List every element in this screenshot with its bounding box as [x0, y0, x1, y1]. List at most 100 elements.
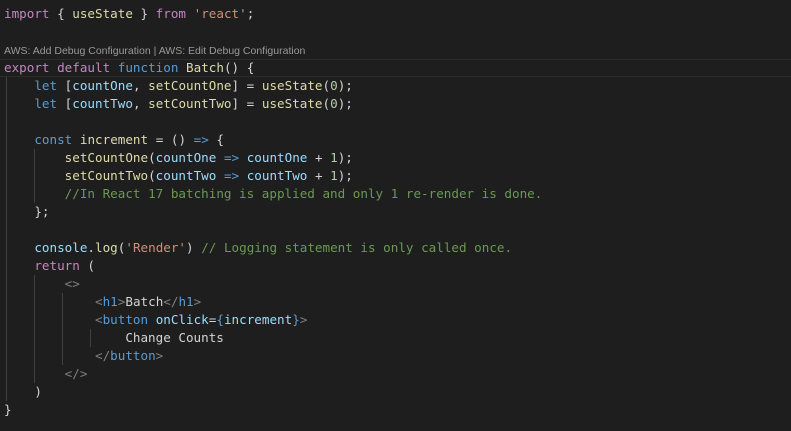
punctuation-token: </> — [64, 366, 88, 381]
text-token: ] = — [231, 96, 262, 111]
variable-token: countOne — [72, 78, 133, 93]
function-token: log — [95, 240, 118, 255]
text-token: ( — [148, 168, 156, 183]
string-token: 'react' — [193, 6, 247, 21]
text-token: [ — [57, 78, 73, 93]
code-line: setCountOne(countOne => countOne + 1); — [4, 149, 353, 167]
string-token: 'Render' — [125, 240, 187, 255]
keyword-token: from — [155, 6, 187, 21]
punctuation-token: </ — [95, 348, 111, 363]
tag-token: button — [102, 312, 149, 327]
text-token: ( — [79, 258, 96, 273]
function-token: setCountOne — [64, 150, 149, 165]
code-editor[interactable]: AWS: Add Debug Configuration | AWS: Edit… — [0, 0, 791, 431]
keyword-token: default — [57, 60, 111, 75]
storage-token: => — [223, 150, 240, 165]
code-line: }; — [4, 203, 50, 221]
text-token: } — [132, 6, 156, 21]
codelens-add-debug-config[interactable]: AWS: Add Debug Configuration — [4, 45, 151, 57]
variable-token: countTwo — [246, 168, 308, 183]
number-token: 0 — [330, 96, 338, 111]
variable-token: countOne — [246, 150, 308, 165]
code-line: </button> — [4, 347, 163, 365]
number-token: 1 — [330, 168, 338, 183]
text-token: () { — [223, 60, 255, 75]
function-token: useState — [261, 78, 323, 93]
tag-token: button — [110, 348, 156, 363]
text-token: ; — [246, 6, 255, 21]
function-token: setCountTwo — [148, 96, 232, 111]
text-token: ) — [4, 384, 42, 399]
comment-token: //In React 17 batching is applied and on… — [64, 186, 543, 201]
text-token: }; — [4, 204, 50, 219]
text-token: + — [307, 168, 331, 183]
tag-token: h1 — [178, 294, 194, 309]
variable-token: console — [34, 240, 88, 255]
function-token: setCountTwo — [64, 168, 149, 183]
storage-token: const — [34, 132, 73, 147]
function-token: Batch — [186, 60, 224, 75]
code-line: return ( — [4, 257, 95, 275]
code-line: </> — [4, 365, 88, 383]
code-line: const increment = () => { — [4, 131, 224, 149]
text-token: ) — [186, 240, 202, 255]
text-token: ( — [322, 96, 331, 111]
code-line: } — [4, 401, 12, 419]
storage-token: function — [117, 60, 179, 75]
text-token: ); — [337, 168, 353, 183]
text-token: , — [132, 78, 149, 93]
text-token: ); — [337, 150, 353, 165]
variable-token: countOne — [155, 150, 217, 165]
tag-token: h1 — [102, 294, 118, 309]
punctuation-token: </ — [163, 294, 179, 309]
code-line: let [countOne, setCountOne] = useState(0… — [4, 77, 353, 95]
text-token: , — [132, 96, 149, 111]
punctuation-token: > — [299, 312, 308, 327]
codelens: AWS: Add Debug Configuration | AWS: Edit… — [4, 43, 305, 59]
text-token: { — [49, 6, 73, 21]
code-line: ) — [4, 383, 42, 401]
storage-token: let — [34, 96, 58, 111]
function-token: setCountOne — [148, 78, 232, 93]
storage-token: { — [216, 312, 224, 327]
variable-token: countTwo — [155, 168, 217, 183]
codelens-separator: | — [150, 45, 159, 57]
text-token: Batch — [125, 294, 164, 309]
code-line: <h1>Batch</h1> — [4, 293, 201, 311]
function-token: useState — [72, 6, 133, 21]
punctuation-token: > — [193, 294, 202, 309]
number-token: 1 — [330, 150, 338, 165]
punctuation-token: > — [155, 348, 164, 363]
storage-token: => — [193, 132, 209, 147]
text-token: . — [87, 240, 96, 255]
codelens-edit-debug-config[interactable]: AWS: Edit Debug Configuration — [159, 45, 306, 57]
punctuation-token: <> — [64, 276, 80, 291]
text-token: ); — [337, 96, 353, 111]
text-token: } — [4, 402, 12, 417]
storage-token: let — [34, 78, 58, 93]
code-line: Change Counts — [4, 329, 224, 347]
punctuation-token: < — [95, 312, 103, 327]
code-line: //In React 17 batching is applied and on… — [4, 185, 543, 203]
text-token: ( — [322, 78, 331, 93]
variable-token: countTwo — [72, 96, 133, 111]
text-token: ); — [337, 78, 353, 93]
keyword-token: import — [4, 6, 50, 21]
code-line: console.log('Render') // Logging stateme… — [4, 239, 512, 257]
storage-token: } — [292, 312, 300, 327]
